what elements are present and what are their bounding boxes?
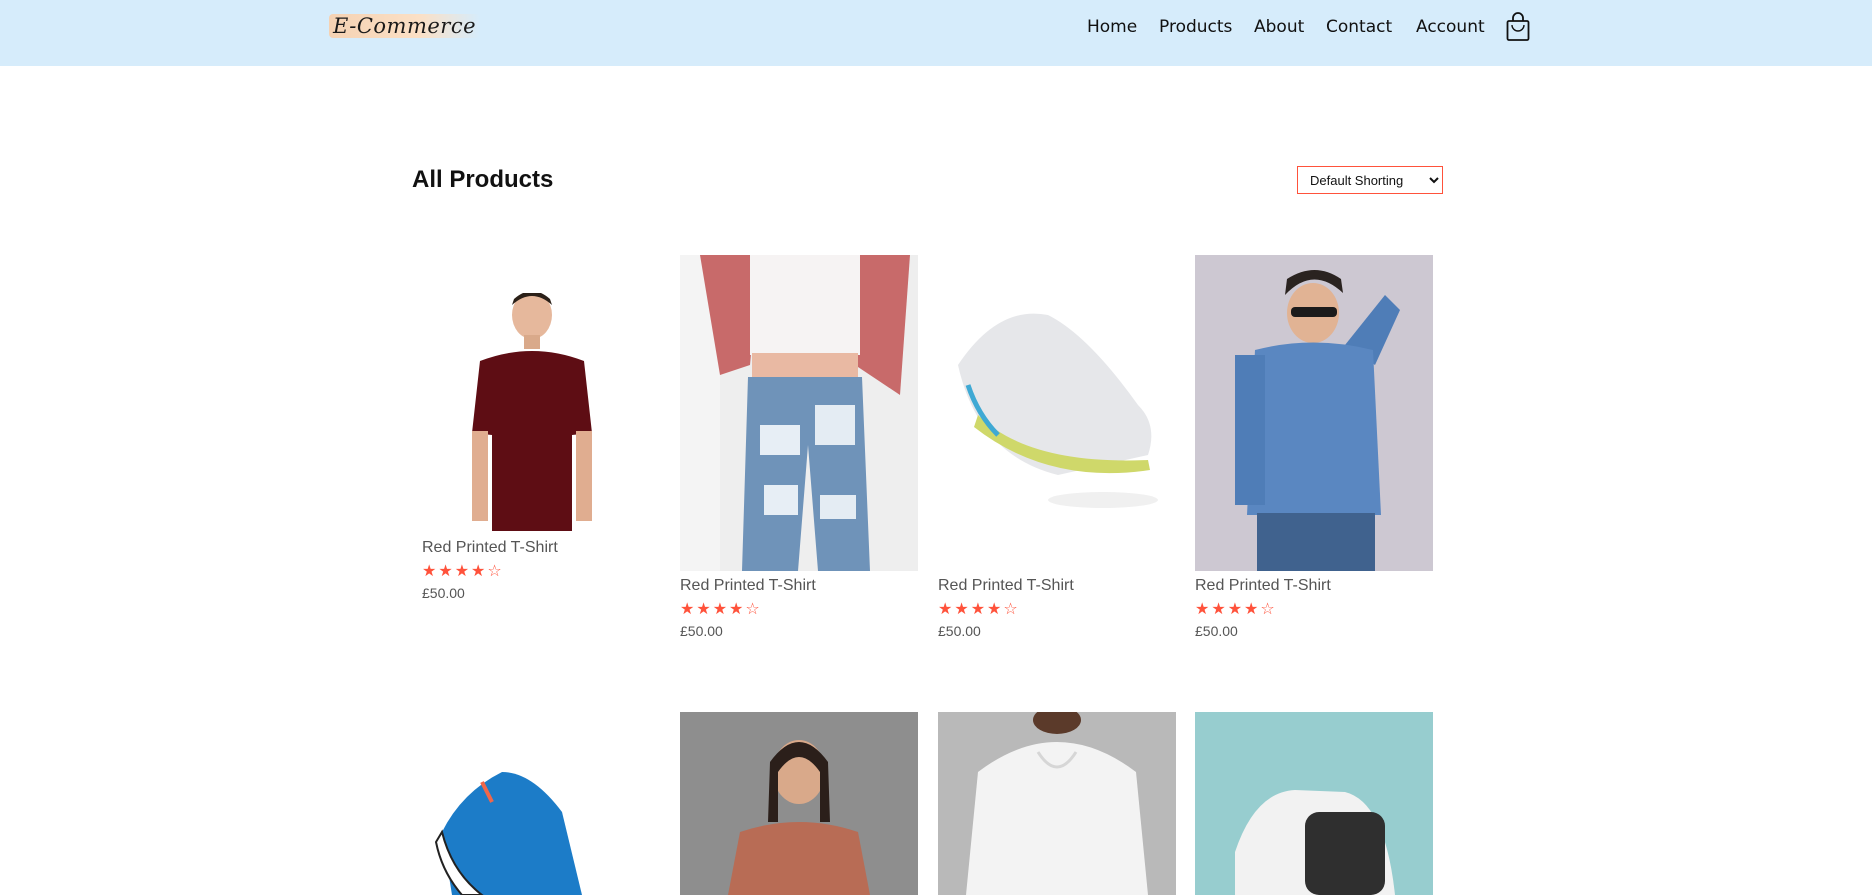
product-image[interactable] <box>422 712 660 895</box>
product-rating: ★★★★☆ <box>1195 601 1277 618</box>
product-name[interactable]: Red Printed T-Shirt <box>680 577 816 595</box>
product-price: £50.00 <box>938 623 981 639</box>
nav-products[interactable]: Products <box>1159 17 1232 37</box>
site-header: E-Commerce Home Products About Contact A… <box>0 0 1872 66</box>
nav-contact[interactable]: Contact <box>1326 17 1392 37</box>
nav-home[interactable]: Home <box>1087 17 1137 37</box>
product-name[interactable]: Red Printed T-Shirt <box>938 577 1074 595</box>
product-image[interactable] <box>680 255 918 571</box>
product-rating: ★★★★☆ <box>422 563 504 580</box>
product-price: £50.00 <box>680 623 723 639</box>
product-name[interactable]: Red Printed T-Shirt <box>422 539 558 557</box>
nav-about[interactable]: About <box>1254 17 1304 37</box>
product-image[interactable] <box>938 255 1176 571</box>
nav-account[interactable]: Account <box>1416 17 1485 37</box>
product-image[interactable] <box>1195 255 1433 571</box>
product-rating: ★★★★☆ <box>938 601 1020 618</box>
product-image[interactable] <box>680 712 918 895</box>
product-image[interactable] <box>422 293 660 533</box>
sort-select[interactable]: Default Shorting <box>1297 166 1443 194</box>
shopping-bag-icon[interactable] <box>1506 12 1530 42</box>
product-name[interactable]: Red Printed T-Shirt <box>1195 577 1331 595</box>
product-price: £50.00 <box>422 585 465 601</box>
site-logo[interactable]: E-Commerce <box>329 14 481 38</box>
product-price: £50.00 <box>1195 623 1238 639</box>
product-image[interactable] <box>1195 712 1433 895</box>
product-image[interactable] <box>938 712 1176 895</box>
page-title: All Products <box>412 166 554 193</box>
product-rating: ★★★★☆ <box>680 601 762 618</box>
